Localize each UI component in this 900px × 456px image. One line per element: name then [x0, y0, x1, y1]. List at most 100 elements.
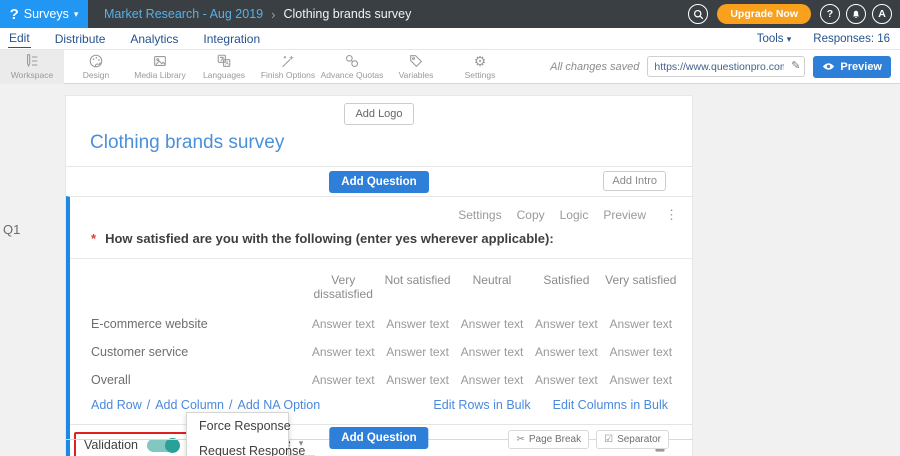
translate-icon: A — [216, 53, 232, 69]
add-na-option-link[interactable]: Add NA Option — [238, 398, 321, 412]
toolbar-item-workspace[interactable]: Workspace — [0, 50, 64, 84]
matrix-cell[interactable]: Answer text — [380, 310, 454, 338]
toolbar-item-finish-options[interactable]: Finish Options — [256, 50, 320, 84]
add-intro-button[interactable]: Add Intro — [603, 171, 666, 191]
page-break-icon: ✂ — [516, 434, 524, 445]
gear-icon: ⚙ — [474, 54, 487, 69]
save-status: All changes saved — [550, 61, 639, 73]
edit-columns-in-bulk-link[interactable]: Edit Columns in Bulk — [553, 398, 668, 412]
add-logo-button[interactable]: Add Logo — [344, 103, 413, 125]
search-icon — [693, 9, 704, 20]
survey-title[interactable]: Clothing brands survey — [66, 125, 692, 167]
matrix-cell[interactable]: Answer text — [604, 310, 678, 338]
matrix-cell[interactable]: Answer text — [604, 366, 678, 394]
matrix-column-header[interactable]: Satisfied — [529, 261, 603, 310]
question-settings-link[interactable]: Settings — [458, 208, 501, 222]
add-column-link[interactable]: Add Column — [155, 398, 224, 412]
matrix-row-label[interactable]: Overall — [91, 366, 306, 394]
search-button[interactable] — [688, 4, 708, 24]
matrix-row-label[interactable]: E-commerce website — [91, 310, 306, 338]
matrix-column-header[interactable]: Very satisfied — [604, 261, 678, 310]
magic-wand-icon — [280, 53, 296, 69]
matrix-column-header[interactable]: Not satisfied — [380, 261, 454, 310]
breadcrumb: Market Research - Aug 2019 › Clothing br… — [104, 7, 411, 22]
question-preview-link[interactable]: Preview — [603, 208, 646, 222]
matrix-cell[interactable]: Answer text — [529, 338, 603, 366]
toolbar-item-design[interactable]: Design — [64, 50, 128, 84]
section-tabs: Edit Distribute Analytics Integration To… — [0, 28, 900, 50]
survey-card: Add Logo Clothing brands survey Add Ques… — [65, 95, 693, 456]
question-number: Q1 — [3, 222, 20, 237]
page-break-button[interactable]: ✂ Page Break — [508, 430, 589, 449]
editor-toolbar: Workspace Design Media Library A Languag… — [0, 50, 900, 84]
survey-url-wrap: ✎ — [647, 56, 805, 77]
matrix-cell[interactable]: Answer text — [306, 310, 380, 338]
top-navbar: ? Surveys ▾ Market Research - Aug 2019 ›… — [0, 0, 900, 28]
edit-rows-in-bulk-link[interactable]: Edit Rows in Bulk — [433, 398, 530, 412]
tab-integration[interactable]: Integration — [202, 30, 261, 48]
matrix-cell[interactable]: Answer text — [455, 310, 529, 338]
breadcrumb-folder-link[interactable]: Market Research - Aug 2019 — [104, 7, 263, 21]
question-text-row[interactable]: *How satisfied are you with the followin… — [70, 229, 692, 259]
matrix-corner — [91, 261, 306, 310]
toolbar-right: All changes saved ✎ Preview — [550, 56, 900, 78]
matrix-column-header[interactable]: Neutral — [455, 261, 529, 310]
edit-url-pencil-icon[interactable]: ✎ — [791, 59, 800, 72]
question-text: How satisfied are you with the following… — [105, 231, 554, 246]
separator-button[interactable]: ☑ Separator — [596, 430, 669, 449]
preview-button[interactable]: Preview — [813, 56, 891, 78]
matrix-cell[interactable]: Answer text — [455, 338, 529, 366]
add-question-top-button[interactable]: Add Question — [329, 171, 428, 193]
toolbar-item-advance-quotas[interactable]: Advance Quotas — [320, 50, 384, 84]
tag-icon — [408, 53, 424, 69]
toolbar-item-settings[interactable]: ⚙ Settings — [448, 50, 512, 84]
question-logic-link[interactable]: Logic — [560, 208, 589, 222]
tab-distribute[interactable]: Distribute — [54, 30, 107, 48]
matrix-cell[interactable]: Answer text — [455, 366, 529, 394]
toolbar-item-languages[interactable]: A Languages — [192, 50, 256, 84]
kebab-menu-icon[interactable]: ⋮ — [665, 207, 678, 223]
tab-analytics[interactable]: Analytics — [129, 30, 179, 48]
product-switcher[interactable]: ? Surveys ▾ — [0, 0, 88, 28]
row-column-links: Add Row / Add Column / Add NA Option Edi… — [70, 394, 692, 424]
question-copy-link[interactable]: Copy — [517, 208, 545, 222]
chevron-down-icon: ▾ — [74, 9, 79, 20]
toolbar-item-variables[interactable]: Variables — [384, 50, 448, 84]
matrix-cell[interactable]: Answer text — [306, 366, 380, 394]
responses-count[interactable]: Responses: 16 — [813, 33, 890, 45]
upgrade-now-button[interactable]: Upgrade Now — [717, 4, 811, 24]
matrix-cell[interactable]: Answer text — [306, 338, 380, 366]
matrix-cell[interactable]: Answer text — [380, 338, 454, 366]
bell-icon — [851, 9, 861, 20]
logo-row: Add Logo — [66, 96, 692, 125]
svg-text:A: A — [225, 61, 229, 67]
question-actions: Settings Copy Logic Preview ⋮ — [70, 197, 692, 229]
matrix-cell[interactable]: Answer text — [529, 310, 603, 338]
add-row-link[interactable]: Add Row — [91, 398, 142, 412]
survey-editor-page: ? Surveys ▾ Market Research - Aug 2019 ›… — [0, 0, 900, 456]
matrix-column-header[interactable]: Very dissatisfied — [306, 261, 380, 310]
matrix-cell[interactable]: Answer text — [529, 366, 603, 394]
add-question-bottom-button[interactable]: Add Question — [329, 427, 428, 449]
help-button[interactable]: ? — [820, 4, 840, 24]
avatar[interactable]: A — [872, 4, 892, 24]
matrix-cell[interactable]: Answer text — [380, 366, 454, 394]
survey-url-input[interactable] — [647, 56, 805, 77]
notifications-button[interactable] — [846, 4, 866, 24]
image-icon — [152, 53, 168, 69]
chevron-down-icon: ▾ — [787, 34, 792, 44]
tools-dropdown[interactable]: Tools ▾ — [757, 33, 792, 45]
chain-links-icon — [344, 53, 360, 69]
matrix-table: Very dissatisfied Not satisfied Neutral … — [70, 259, 692, 394]
topnav-actions: Upgrade Now ? A — [688, 4, 900, 24]
product-switcher-label: Surveys — [24, 7, 69, 21]
tab-edit[interactable]: Edit — [8, 29, 31, 48]
matrix-row-label[interactable]: Customer service — [91, 338, 306, 366]
bulk-links: Edit Rows in Bulk Edit Columns in Bulk — [433, 398, 668, 412]
toolbar-item-media-library[interactable]: Media Library — [128, 50, 192, 84]
between-question-row: Add Question ✂ Page Break ☑ Separator — [65, 425, 693, 455]
menu-item-request-response[interactable]: Request Response — [187, 438, 288, 456]
matrix-cell[interactable]: Answer text — [604, 338, 678, 366]
menu-item-force-response[interactable]: Force Response — [187, 413, 288, 438]
link-separator: / — [147, 398, 150, 412]
